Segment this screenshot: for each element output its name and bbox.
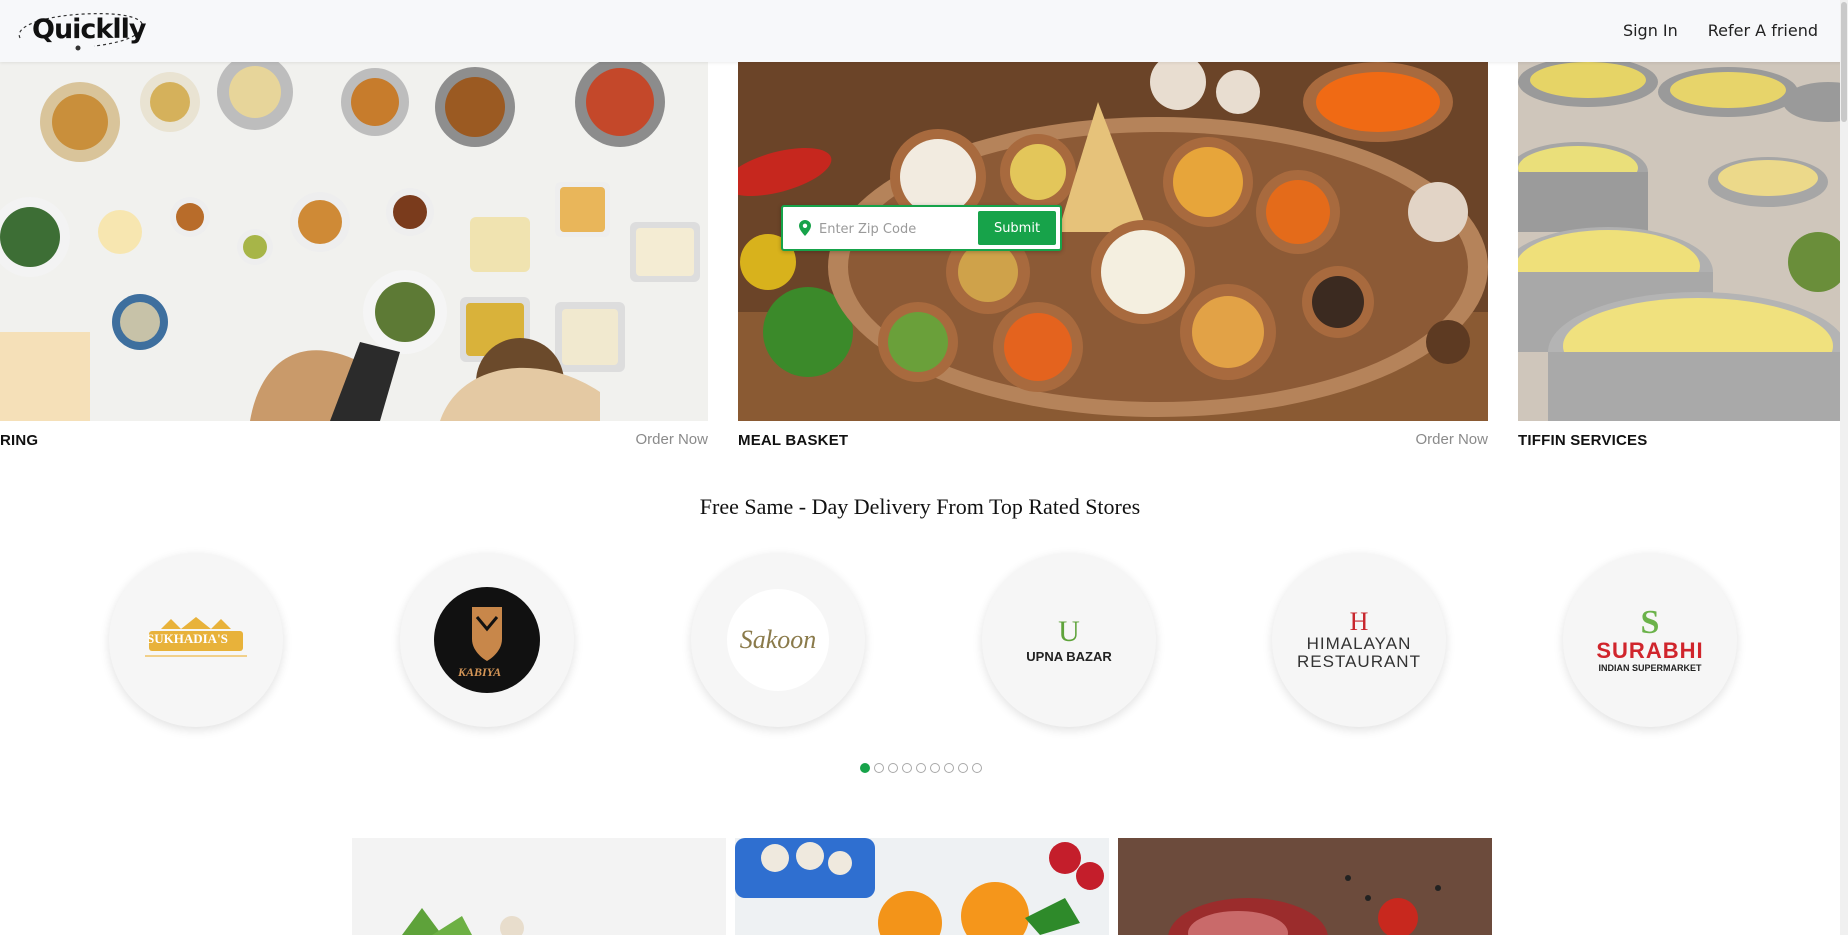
pagination-dot-1[interactable]: [860, 763, 870, 773]
store-logo: SUKHADIA'S: [109, 553, 283, 727]
himalayan-h-icon: H: [1349, 607, 1369, 636]
store-surabhi[interactable]: S SURABHI INDIAN SUPERMARKET: [1563, 553, 1737, 727]
store-logo: H HIMALAYAN RESTAURANT: [1272, 553, 1446, 727]
submit-button[interactable]: Submit: [978, 211, 1056, 245]
pagination-dot-5[interactable]: [916, 763, 926, 773]
category-tile-produce[interactable]: [735, 838, 1109, 935]
category-card-catering[interactable]: RING Order Now: [0, 62, 708, 449]
order-now-link[interactable]: Order Now: [635, 431, 708, 448]
pagination-dot-2[interactable]: [874, 763, 884, 773]
store-name-line-1: SURABHI: [1596, 638, 1704, 663]
store-logo: KABIYA: [400, 553, 574, 727]
pagination-dot-7[interactable]: [944, 763, 954, 773]
store-name-line-2: INDIAN SUPERMARKET: [1598, 663, 1702, 673]
category-tile-meat[interactable]: [1118, 838, 1492, 935]
produce-image: [735, 838, 1109, 935]
order-now-link[interactable]: Order Now: [1415, 431, 1488, 448]
category-tile-vegetables[interactable]: [352, 838, 726, 935]
pagination-dot-6[interactable]: [930, 763, 940, 773]
zip-code-input[interactable]: [817, 215, 971, 243]
store-logo: U UPNA BAZAR: [982, 553, 1156, 727]
category-title: TIFFIN SERVICES: [1518, 432, 1648, 449]
category-title: RING: [0, 432, 39, 449]
store-kabiya[interactable]: KABIYA: [400, 553, 574, 727]
pagination-dot-9[interactable]: [972, 763, 982, 773]
tiffin-image: [1518, 62, 1840, 421]
pagination-dot-4[interactable]: [902, 763, 912, 773]
store-upna-bazar[interactable]: U UPNA BAZAR: [982, 553, 1156, 727]
page-scrollbar[interactable]: [1840, 0, 1848, 935]
logo-text: Quicklly: [32, 14, 146, 45]
catering-food-illustration: [0, 62, 708, 421]
surabhi-s-icon: S: [1640, 604, 1660, 641]
pagination-dot-8[interactable]: [958, 763, 968, 773]
vegetables-image: [352, 838, 726, 935]
store-logo: S SURABHI INDIAN SUPERMARKET: [1563, 553, 1737, 727]
scrollbar-thumb[interactable]: [1841, 2, 1847, 122]
store-name: KABIYA: [458, 665, 502, 679]
pagination-dot-3[interactable]: [888, 763, 898, 773]
store-himalayan-restaurant[interactable]: H HIMALAYAN RESTAURANT: [1272, 553, 1446, 727]
stores-section-title: Free Same - Day Delivery From Top Rated …: [699, 494, 1141, 519]
category-title: MEAL BASKET: [738, 432, 849, 449]
category-card-tiffin[interactable]: TIFFIN SERVICES: [1518, 62, 1840, 449]
tiffin-illustration: [1518, 62, 1840, 421]
store-name: UPNA BAZAR: [1026, 648, 1112, 664]
store-name: SUKHADIA'S: [147, 631, 228, 646]
meat-image: [1118, 838, 1492, 935]
top-header: Quicklly Sign In Refer A friend: [0, 0, 1848, 62]
location-pin-icon: [799, 220, 811, 236]
store-sukhadias[interactable]: SUKHADIA'S: [109, 553, 283, 727]
store-name-line-2: RESTAURANT: [1297, 652, 1421, 671]
sakoon-badge: Sakoon: [727, 589, 829, 691]
store-sakoon[interactable]: Sakoon: [691, 553, 865, 727]
catering-image: [0, 62, 708, 421]
stores-pagination: [860, 763, 982, 773]
upna-bazar-u-icon: U: [1058, 614, 1080, 648]
store-name-line-1: HIMALAYAN: [1306, 634, 1412, 653]
refer-friend-link[interactable]: Refer A friend: [1708, 21, 1818, 40]
zip-search-form: Submit: [781, 205, 1062, 251]
store-name: Sakoon: [739, 625, 817, 654]
quicklly-logo[interactable]: Quicklly: [14, 8, 146, 54]
store-logo: Sakoon: [691, 553, 865, 727]
top-nav: Sign In Refer A friend: [1623, 21, 1818, 40]
sign-in-link[interactable]: Sign In: [1623, 21, 1678, 40]
